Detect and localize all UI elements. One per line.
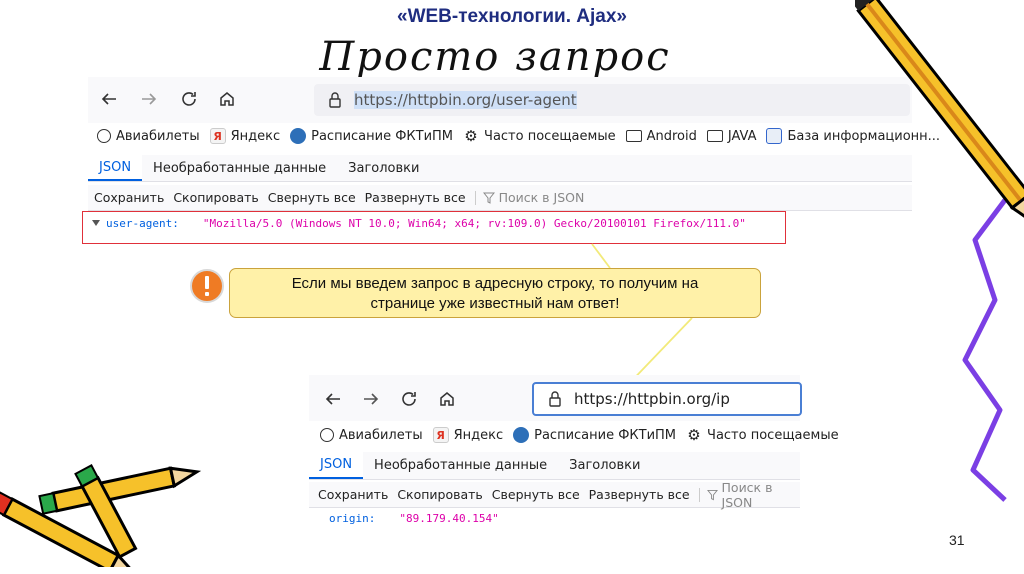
json-filter-input[interactable]: Поиск в JSON bbox=[706, 479, 800, 510]
callout-note: Если мы введем запрос в адресную строку,… bbox=[229, 268, 761, 318]
yandex-icon: Я bbox=[432, 427, 449, 443]
bookmarks-bar: Авиабилеты Я Яндекс Расписание ФКТиПМ ⚙ Ча… bbox=[309, 423, 839, 447]
collapse-all-button[interactable]: Свернуть все bbox=[492, 487, 580, 502]
json-toolbar: Сохранить Скопировать Свернуть все Разве… bbox=[309, 479, 800, 510]
json-value: "89.179.40.154" bbox=[399, 512, 499, 525]
callout-line-1: Если мы введем запрос в адресную строку,… bbox=[291, 275, 699, 292]
pencils-decoration bbox=[0, 464, 202, 567]
lock-icon bbox=[549, 391, 561, 407]
address-bar[interactable]: https://httpbin.org/ip bbox=[532, 382, 802, 416]
home-icon bbox=[440, 392, 454, 406]
nav-toolbar: https://httpbin.org/ip bbox=[309, 375, 802, 421]
warning-icon bbox=[190, 269, 224, 303]
filter-icon bbox=[706, 489, 718, 500]
tab-json[interactable]: JSON bbox=[309, 452, 364, 479]
slide-page-number: 31 bbox=[949, 532, 965, 548]
expand-all-button[interactable]: Развернуть все bbox=[589, 487, 690, 502]
callout-line-2: странице уже известный нам ответ! bbox=[370, 295, 620, 312]
gear-icon: ⚙ bbox=[687, 426, 701, 444]
toolbar-divider bbox=[698, 487, 700, 502]
copy-button[interactable]: Скопировать bbox=[397, 487, 482, 502]
bookmark-item[interactable]: Авиабилеты bbox=[320, 428, 423, 443]
reload-button[interactable] bbox=[396, 386, 422, 412]
globe-icon bbox=[320, 428, 334, 442]
home-button[interactable] bbox=[434, 386, 460, 412]
browser-screenshot-ip: https://httpbin.org/ip Авиабилеты Я Яндек… bbox=[309, 375, 839, 535]
pencil-ribbon-decoration bbox=[855, 0, 1024, 502]
schedule-icon bbox=[513, 427, 530, 443]
back-button[interactable] bbox=[320, 386, 346, 412]
save-button[interactable]: Сохранить bbox=[318, 487, 388, 502]
bookmark-item[interactable]: Я Яндекс bbox=[432, 427, 503, 443]
json-row[interactable]: origin: "89.179.40.154" bbox=[329, 512, 499, 525]
tab-raw-data[interactable]: Необработанные данные bbox=[363, 452, 558, 479]
url-text[interactable]: https://httpbin.org/ip bbox=[574, 390, 730, 408]
json-viewer-tabs: JSON Необработанные данные Заголовки bbox=[309, 452, 800, 480]
filter-placeholder: Поиск в JSON bbox=[721, 479, 773, 510]
forward-button[interactable] bbox=[358, 386, 384, 412]
bookmark-item[interactable]: Расписание ФКТиПМ bbox=[513, 427, 676, 443]
tab-headers[interactable]: Заголовки bbox=[558, 452, 651, 479]
bookmark-item[interactable]: ⚙ Часто посещаемые bbox=[686, 426, 838, 444]
json-key: origin: bbox=[329, 512, 376, 525]
arrow-right-icon bbox=[364, 393, 379, 405]
arrow-left-icon bbox=[325, 393, 340, 405]
reload-icon bbox=[402, 392, 416, 406]
